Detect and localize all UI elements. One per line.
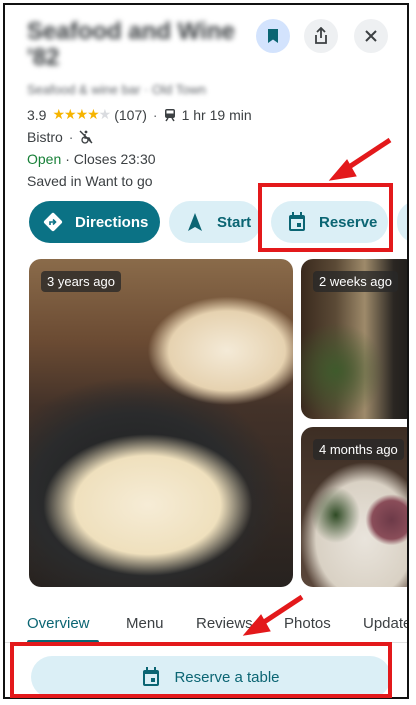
arrow-to-reserve: [328, 137, 392, 181]
arrow-to-reserve-table: [242, 594, 304, 636]
annotation-arrows: [242, 137, 392, 636]
